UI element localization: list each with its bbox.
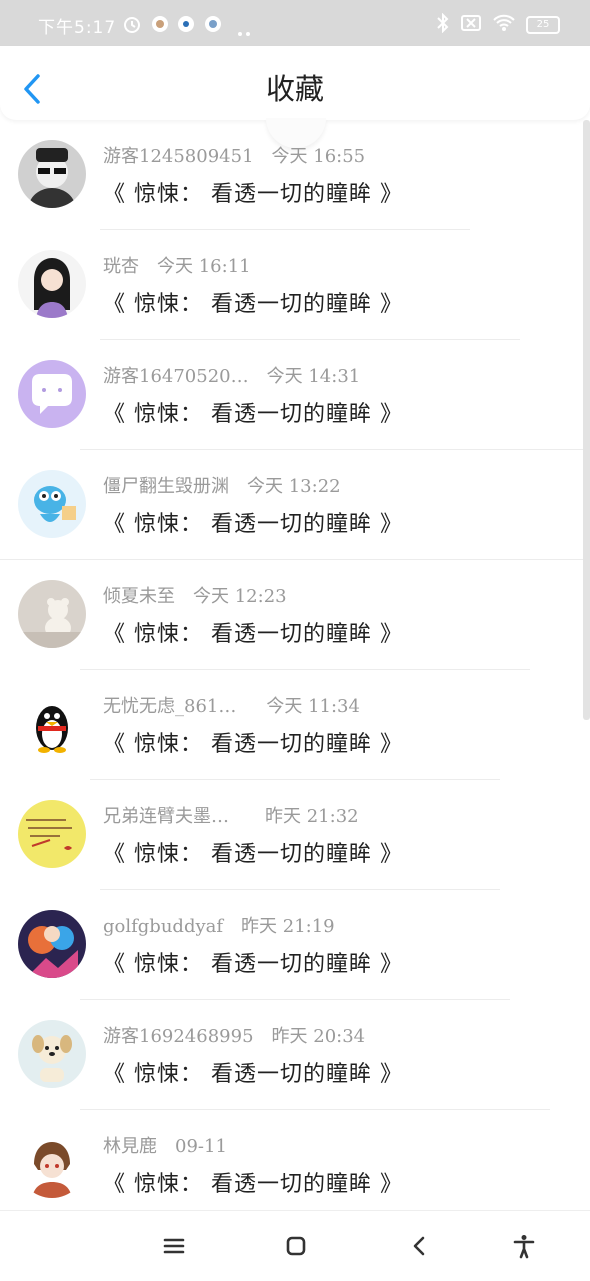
item-meta: 林見鹿 09-11: [103, 1132, 227, 1158]
header: 收藏: [0, 46, 590, 120]
status-bar: 下午5:17 25: [0, 0, 590, 46]
system-nav-bar: [0, 1210, 590, 1281]
item-meta: 兄弟连臂夫墨… 昨天 21:32: [103, 802, 359, 828]
username[interactable]: golfgbuddyaf: [103, 916, 223, 937]
item-meta: 游客1245809451 今天 16:55: [103, 142, 365, 168]
battery-icon: 25: [526, 16, 560, 34]
list-item[interactable]: 僵尸翻生毁册渊 今天 13:22 《 惊悚： 看透一切的瞳眸 》: [0, 450, 590, 560]
app-notification-icon: [203, 14, 223, 34]
avatar[interactable]: [18, 1020, 86, 1088]
timestamp: 今天 16:55: [271, 146, 366, 167]
item-content[interactable]: 《 惊悚： 看透一切的瞳眸 》: [103, 946, 403, 978]
item-content[interactable]: 《 惊悚： 看透一切的瞳眸 》: [103, 286, 403, 318]
avatar[interactable]: [18, 250, 86, 318]
app-notification-icon: [176, 14, 196, 34]
list-item[interactable]: 倾夏未至 今天 12:23 《 惊悚： 看透一切的瞳眸 》: [0, 560, 590, 670]
item-meta: 珖杏 今天 16:11: [103, 252, 251, 278]
bluetooth-icon: [436, 12, 450, 37]
avatar[interactable]: [18, 140, 86, 208]
list-item[interactable]: 兄弟连臂夫墨… 昨天 21:32 《 惊悚： 看透一切的瞳眸 》: [0, 780, 590, 890]
item-meta: golfgbuddyaf 昨天 21:19: [103, 912, 335, 938]
more-notifications-icon: [236, 22, 256, 42]
timestamp: 09-11: [175, 1136, 227, 1157]
item-meta: 僵尸翻生毁册渊 今天 13:22: [103, 472, 341, 498]
avatar[interactable]: [18, 800, 86, 868]
username[interactable]: 僵尸翻生毁册渊: [103, 476, 229, 497]
username[interactable]: 林見鹿: [103, 1136, 157, 1157]
list-item[interactable]: 无忧无虑_861… 今天 11:34 《 惊悚： 看透一切的瞳眸 》: [0, 670, 590, 780]
item-content[interactable]: 《 惊悚： 看透一切的瞳眸 》: [103, 836, 403, 868]
item-content[interactable]: 《 惊悚： 看透一切的瞳眸 》: [103, 726, 403, 758]
list-item[interactable]: 林見鹿 09-11 《 惊悚： 看透一切的瞳眸 》: [0, 1110, 590, 1220]
avatar[interactable]: [18, 690, 86, 758]
item-content[interactable]: 《 惊悚： 看透一切的瞳眸 》: [103, 1056, 403, 1088]
item-content[interactable]: 《 惊悚： 看透一切的瞳眸 》: [103, 1166, 403, 1198]
avatar[interactable]: [18, 910, 86, 978]
status-right-group: 25: [436, 12, 560, 37]
item-content[interactable]: 《 惊悚： 看透一切的瞳眸 》: [103, 506, 403, 538]
home-icon[interactable]: [283, 1233, 309, 1259]
list-item[interactable]: 游客16470520… 今天 14:31 《 惊悚： 看透一切的瞳眸 》: [0, 340, 590, 450]
no-sim-icon: [460, 14, 482, 36]
timestamp: 昨天 21:32: [265, 806, 359, 827]
username[interactable]: 珖杏: [103, 256, 139, 277]
username[interactable]: 游客1692468995: [103, 1026, 254, 1047]
timestamp: 今天 13:22: [247, 476, 341, 497]
menu-icon[interactable]: [161, 1233, 187, 1259]
app-notification-icon: [150, 14, 170, 34]
accessibility-icon[interactable]: [511, 1233, 537, 1259]
scrollbar[interactable]: [583, 120, 590, 720]
username[interactable]: 倾夏未至: [103, 586, 175, 607]
item-content[interactable]: 《 惊悚： 看透一切的瞳眸 》: [103, 396, 403, 428]
alarm-icon: [122, 14, 142, 34]
page-title: 收藏: [265, 72, 324, 106]
list-item[interactable]: 游客1692468995 昨天 20:34 《 惊悚： 看透一切的瞳眸 》: [0, 1000, 590, 1110]
list-item[interactable]: golfgbuddyaf 昨天 21:19 《 惊悚： 看透一切的瞳眸 》: [0, 890, 590, 1000]
item-content[interactable]: 《 惊悚： 看透一切的瞳眸 》: [103, 176, 403, 208]
list-item[interactable]: 珖杏 今天 16:11 《 惊悚： 看透一切的瞳眸 》: [0, 230, 590, 340]
timestamp: 今天 16:11: [157, 256, 251, 277]
status-time: 下午5:17: [38, 18, 117, 38]
timestamp: 今天 12:23: [193, 586, 287, 607]
timestamp: 今天 14:31: [266, 366, 361, 387]
username[interactable]: 兄弟连臂夫墨…: [103, 806, 229, 827]
timestamp: 昨天 21:19: [241, 916, 335, 937]
item-meta: 倾夏未至 今天 12:23: [103, 582, 287, 608]
timestamp: 昨天 20:34: [271, 1026, 366, 1047]
item-content[interactable]: 《 惊悚： 看透一切的瞳眸 》: [103, 616, 403, 648]
avatar[interactable]: [18, 1130, 86, 1198]
wifi-icon: [492, 14, 516, 36]
username[interactable]: 游客16470520…: [103, 366, 249, 387]
list-item[interactable]: 游客1245809451 今天 16:55 《 惊悚： 看透一切的瞳眸 》: [0, 120, 590, 230]
avatar[interactable]: [18, 580, 86, 648]
back-nav-icon[interactable]: [406, 1233, 432, 1259]
username[interactable]: 游客1245809451: [103, 146, 254, 167]
username[interactable]: 无忧无虑_861…: [103, 696, 236, 717]
timestamp: 今天 11:34: [266, 696, 360, 717]
item-meta: 游客16470520… 今天 14:31: [103, 362, 360, 388]
item-meta: 游客1692468995 昨天 20:34: [103, 1022, 365, 1048]
item-meta: 无忧无虑_861… 今天 11:34: [103, 692, 360, 718]
avatar[interactable]: [18, 360, 86, 428]
avatar[interactable]: [18, 470, 86, 538]
favorites-list: 游客1245809451 今天 16:55 《 惊悚： 看透一切的瞳眸 》 珖杏今…: [0, 120, 590, 1220]
